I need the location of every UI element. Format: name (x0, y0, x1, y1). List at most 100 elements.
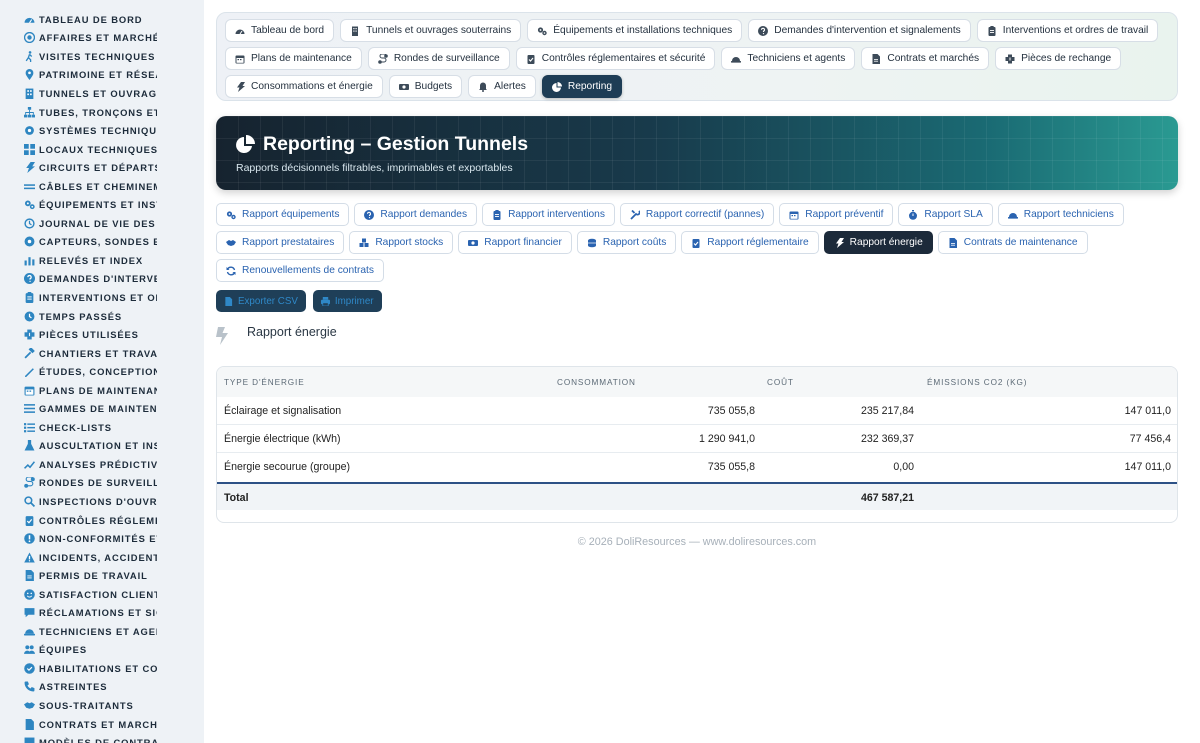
sidebar-item[interactable]: CAPTEURS, SONDES ET C (0, 233, 204, 252)
top-nav-button[interactable]: Techniciens et agents (721, 47, 856, 70)
top-nav-button[interactable]: Tunnels et ouvrages souterrains (340, 19, 522, 42)
sidebar-item[interactable]: RÉCLAMATIONS ET SIGNA (0, 604, 204, 623)
sidebar-item[interactable]: JOURNAL DE VIE DES ÉQ (0, 214, 204, 233)
coins-icon (587, 238, 596, 247)
report-button[interactable]: Rapport financier (458, 231, 572, 254)
sidebar-item[interactable]: HABILITATIONS ET COMP (0, 659, 204, 678)
top-nav-button[interactable]: Plans de maintenance (225, 47, 362, 70)
file-icon (25, 570, 34, 582)
checklist-icon (24, 422, 35, 433)
report-button-label: Rapport réglementaire (707, 237, 809, 248)
sidebar-item[interactable]: NON-CONFORMITÉS ET A (0, 529, 204, 548)
report-button[interactable]: Rapport SLA (898, 203, 993, 226)
sidebar-item-label: ASTREINTES (39, 681, 108, 693)
sidebar-item[interactable]: ANALYSES PRÉDICTIVES (0, 455, 204, 474)
report-button[interactable]: Rapport interventions (482, 203, 615, 226)
top-nav-label: Contrôles réglementaires et sécurité (541, 53, 706, 64)
sidebar-item[interactable]: CHECK-LISTS (0, 418, 204, 437)
sidebar-item[interactable]: TUNNELS ET OUVRAGES (0, 84, 204, 103)
report-button[interactable]: Rapport prestataires (216, 231, 345, 254)
report-button[interactable]: Rapport coûts (576, 231, 677, 254)
top-nav-button[interactable]: Alertes (468, 75, 536, 98)
sidebar-item[interactable]: SOUS-TRAITANTS (0, 696, 204, 715)
sidebar-item[interactable]: SATISFACTION CLIENT (0, 585, 204, 604)
top-nav-button[interactable]: Contrats et marchés (861, 47, 990, 70)
sidebar-item[interactable]: INTERVENTIONS ET ORDI (0, 288, 204, 307)
handshake-icon (226, 239, 236, 246)
sidebar-item[interactable]: TECHNICIENS ET AGENTS (0, 622, 204, 641)
calendar-icon (235, 55, 245, 63)
top-nav-button[interactable]: Consommations et énergie (225, 75, 383, 98)
print-button[interactable]: Imprimer (312, 290, 382, 312)
sidebar-item[interactable]: INCIDENTS, ACCIDENTS E (0, 548, 204, 567)
sidebar-item[interactable]: TEMPS PASSÉS (0, 307, 204, 326)
sidebar-item[interactable]: ÉTUDES, CONCEPTION ET (0, 362, 204, 381)
report-button[interactable]: Renouvellements de contrats (216, 259, 384, 282)
gears-icon (24, 199, 35, 210)
report-button-label: Rapport demandes (380, 209, 468, 220)
sidebar-item[interactable]: SYSTÈMES TECHNIQUES (0, 121, 204, 140)
cell-emissions: 147 011,0 (1124, 405, 1171, 417)
report-button[interactable]: Rapport correctif (pannes) (619, 203, 775, 226)
sidebar-item[interactable]: CONTRATS ET MARCHÉS (0, 715, 204, 734)
page-title-row: Reporting – Gestion Tunnels (235, 133, 528, 156)
sidebar-item-label: ÉTUDES, CONCEPTION ET (39, 366, 157, 378)
bolt-icon (216, 327, 228, 345)
sidebar-item[interactable]: CONTRÔLES RÉGLEMENT (0, 511, 204, 530)
report-button-label: Rapport techniciens (1023, 209, 1114, 220)
clipboard-check-icon (692, 238, 700, 248)
sidebar-item[interactable]: PLANS DE MAINTENANCE (0, 381, 204, 400)
grid-icon (24, 143, 35, 155)
top-nav-button[interactable]: Demandes d'intervention et signalements (748, 19, 971, 42)
sidebar-item[interactable]: MODÈLES DE CONTRATS (0, 733, 204, 743)
top-nav-button[interactable]: Tableau de bord (225, 19, 335, 42)
history-icon (24, 218, 35, 229)
sidebar-item[interactable]: TABLEAU DE BORD (0, 10, 204, 29)
sidebar-item[interactable]: GAMMES DE MAINTENAN (0, 399, 204, 418)
top-nav-button[interactable]: Rondes de surveillance (367, 47, 510, 70)
top-nav-button[interactable]: Équipements et installations techniques (527, 19, 743, 42)
sidebar-item[interactable]: ÉQUIPES (0, 641, 204, 660)
sidebar-item[interactable]: CIRCUITS ET DÉPARTS É (0, 158, 204, 177)
top-nav-button[interactable]: Reporting (541, 75, 623, 98)
sidebar-item[interactable]: TUBES, TRONÇONS ET ZO (0, 103, 204, 122)
sidebar-item[interactable]: ÉQUIPEMENTS ET INSTAL (0, 195, 204, 214)
top-nav-button[interactable]: Contrôles réglementaires et sécurité (515, 47, 716, 70)
file-icon (24, 570, 35, 582)
pencil-ruler-icon (25, 368, 34, 378)
sidebar-item[interactable]: CÂBLES ET CHEMINEMENT (0, 177, 204, 196)
top-nav-button[interactable]: Pièces de rechange (995, 47, 1122, 70)
report-button[interactable]: Rapport techniciens (997, 203, 1124, 226)
sidebar-item[interactable]: CHANTIERS ET TRAVAUX (0, 344, 204, 363)
sync-icon (226, 266, 236, 275)
sidebar-item[interactable]: VISITES TECHNIQUES ET (0, 47, 204, 66)
sidebar-item[interactable]: RONDES DE SURVEILLAN (0, 474, 204, 493)
sidebar-item[interactable]: PATRIMOINE ET RÉSEAUX (0, 66, 204, 85)
users-icon (24, 644, 35, 655)
report-button[interactable]: Rapport stocks (349, 231, 454, 254)
top-nav-button[interactable]: Budgets (388, 75, 463, 98)
report-button-row: Renouvellements de contrats (216, 259, 384, 282)
sidebar-item[interactable]: PIÈCES UTILISÉES (0, 325, 204, 344)
top-nav-button[interactable]: Interventions et ordres de travail (976, 19, 1159, 42)
sidebar-item[interactable]: ASTREINTES (0, 678, 204, 697)
energy-report-table: TYPE D'ÉNERGIE CONSOMMATION COÛT ÉMISSIO… (216, 366, 1178, 523)
report-button[interactable]: Rapport réglementaire (681, 231, 819, 254)
warning-icon (24, 552, 35, 563)
top-nav-label: Pièces de rechange (1021, 53, 1112, 64)
report-button[interactable]: Rapport énergie (823, 231, 933, 254)
export-csv-button[interactable]: Exporter CSV (216, 290, 306, 312)
report-button[interactable]: Rapport équipements (216, 203, 350, 226)
report-button[interactable]: Rapport demandes (354, 203, 478, 226)
badge-icon (24, 663, 35, 674)
sidebar-item[interactable]: AUSCULTATION ET INSTR (0, 437, 204, 456)
sidebar-item[interactable]: PERMIS DE TRAVAIL (0, 566, 204, 585)
sidebar-item[interactable]: DEMANDES D'INTERVENT (0, 270, 204, 289)
sidebar-item[interactable]: INSPECTIONS D'OUVRAG (0, 492, 204, 511)
sidebar-item[interactable]: LOCAUX TECHNIQUES ET (0, 140, 204, 159)
report-button[interactable]: Contrats de maintenance (937, 231, 1088, 254)
checklist-icon (24, 422, 35, 433)
sidebar-item[interactable]: AFFAIRES ET MARCHÉS (0, 29, 204, 48)
sidebar-item[interactable]: RELEVÉS ET INDEX (0, 251, 204, 270)
report-button[interactable]: Rapport préventif (779, 203, 894, 226)
